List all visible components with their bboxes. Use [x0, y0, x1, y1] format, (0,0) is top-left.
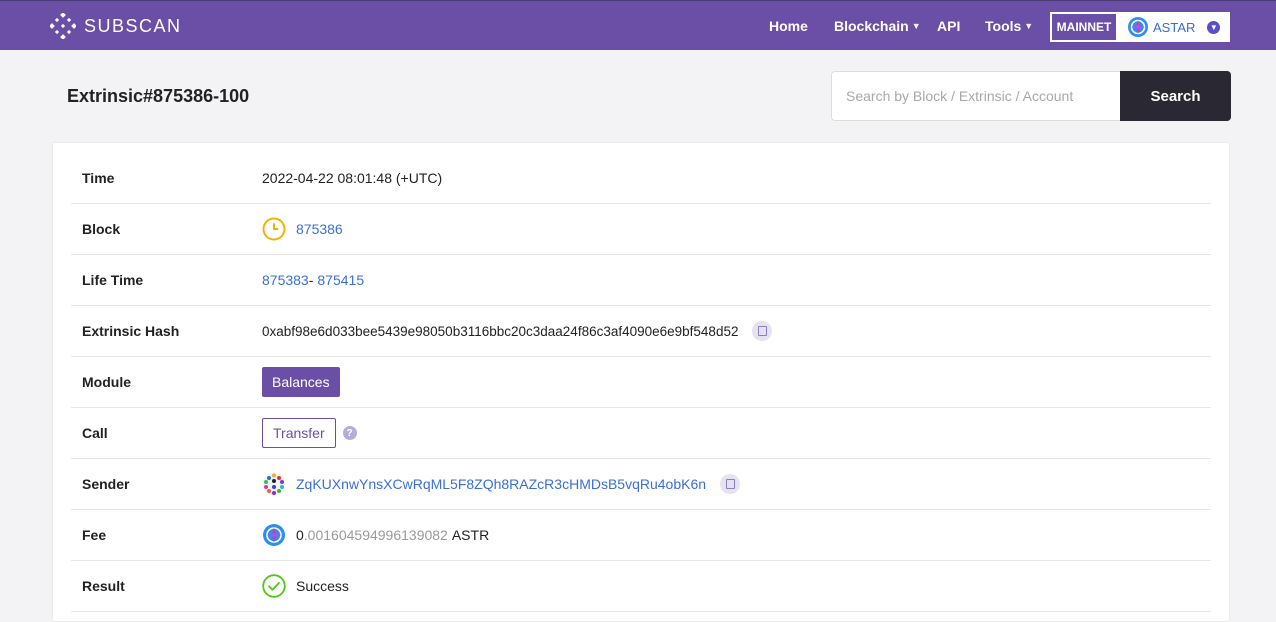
clock-icon — [262, 217, 286, 241]
detail-row-life-time: Life Time 875383 - 875415 — [71, 255, 1211, 306]
call-tag[interactable]: Transfer — [262, 418, 336, 448]
nav-api-label: API — [937, 18, 961, 34]
detail-row-extrinsic-hash: Extrinsic Hash 0xabf98e6d033bee5439e9805… — [71, 306, 1211, 357]
page-title: Extrinsic#875386-100 — [67, 86, 250, 106]
nav-tools-label: Tools — [985, 18, 1022, 34]
detail-row-block: Block 875386 — [71, 204, 1211, 255]
nav-api[interactable]: API — [937, 1, 960, 51]
detail-row-result: Result Success — [71, 561, 1211, 612]
astar-logo-icon — [1128, 17, 1148, 37]
copy-icon[interactable] — [752, 321, 773, 341]
detail-row-sender: Sender ZqKUXnwYnsXCwRqML5F8ZQh8RAZcR3cHM… — [71, 459, 1211, 510]
time-value: 2022-04-22 08:01:48 (+UTC) — [262, 170, 442, 186]
result-value: Success — [262, 574, 349, 598]
search-input[interactable] — [831, 71, 1120, 121]
block-link[interactable]: 875386 — [296, 221, 343, 237]
search-button[interactable]: Search — [1120, 71, 1231, 121]
nav-blockchain[interactable]: Blockchain ▼ — [834, 1, 921, 51]
module-value: Balances — [262, 367, 340, 397]
life-time-end-link[interactable]: 875415 — [317, 272, 364, 288]
extrinsic-hash-label: Extrinsic Hash — [82, 323, 180, 339]
nav-home[interactable]: Home — [769, 1, 808, 51]
module-tag[interactable]: Balances — [262, 367, 340, 397]
extrinsic-hash-value: 0xabf98e6d033bee5439e98050b3116bbc20c3da… — [262, 321, 773, 341]
life-time-start-link[interactable]: 875383 — [262, 272, 309, 288]
network-chain-label: ASTAR — [1153, 19, 1196, 35]
search-bar: Search — [831, 71, 1231, 121]
detail-row-time: Time 2022-04-22 08:01:48 (+UTC) — [71, 153, 1211, 204]
caret-down-icon: ▼ — [1024, 21, 1034, 31]
time-label: Time — [82, 170, 115, 186]
detail-row-fee: Fee 0 .001604594996139082 ASTR — [71, 510, 1211, 561]
module-label: Module — [82, 374, 131, 390]
life-time-separator: - — [308, 272, 314, 288]
result-label: Result — [82, 578, 125, 594]
fee-label: Fee — [82, 527, 107, 543]
subscan-logo-icon — [50, 13, 76, 39]
fee-value: 0 .001604594996139082 ASTR — [262, 523, 489, 547]
nav-tools[interactable]: Tools ▼ — [985, 1, 1033, 51]
network-selector[interactable]: MAINNET ASTAR ▼ — [1050, 12, 1230, 42]
top-navbar: SUBSCAN Home Blockchain ▼ API Tools ▼ MA… — [0, 0, 1276, 50]
call-label: Call — [82, 425, 108, 441]
life-time-value: 875383 - 875415 — [262, 272, 364, 288]
life-time-label: Life Time — [82, 272, 144, 288]
detail-row-module: Module Balances — [71, 357, 1211, 408]
help-icon[interactable]: ? — [342, 426, 357, 440]
nav-blockchain-label: Blockchain — [834, 18, 909, 34]
success-check-icon — [262, 574, 286, 598]
fee-unit: ASTR — [451, 527, 490, 543]
chevron-down-icon: ▼ — [1207, 20, 1221, 34]
nav-home-label: Home — [769, 18, 808, 34]
extrinsic-details-card: Time 2022-04-22 08:01:48 (+UTC) Block 87… — [52, 142, 1230, 622]
detail-row-call: Call Transfer ? — [71, 408, 1211, 459]
sender-link[interactable]: ZqKUXnwYnsXCwRqML5F8ZQh8RAZcR3cHMDsB5vqR… — [296, 476, 706, 492]
block-value: 875386 — [262, 217, 343, 241]
copy-icon[interactable] — [720, 474, 741, 494]
fee-decimals: .001604594996139082 — [303, 527, 448, 543]
extrinsic-hash-text: 0xabf98e6d033bee5439e98050b3116bbc20c3da… — [262, 323, 739, 339]
time-value-text: 2022-04-22 08:01:48 (+UTC) — [262, 170, 443, 186]
sender-value: ZqKUXnwYnsXCwRqML5F8ZQh8RAZcR3cHMDsB5vqR… — [262, 472, 741, 496]
subscan-logo[interactable]: SUBSCAN — [50, 13, 182, 39]
call-value: Transfer ? — [262, 418, 357, 448]
sender-label: Sender — [82, 476, 130, 492]
result-text: Success — [296, 578, 349, 594]
caret-down-icon: ▼ — [911, 21, 921, 31]
fee-integer: 0 — [296, 527, 304, 543]
brand-name: SUBSCAN — [84, 15, 182, 36]
identicon-icon — [262, 472, 286, 496]
network-type-label: MAINNET — [1051, 13, 1117, 41]
block-label: Block — [82, 221, 121, 237]
astar-token-icon — [262, 523, 286, 547]
